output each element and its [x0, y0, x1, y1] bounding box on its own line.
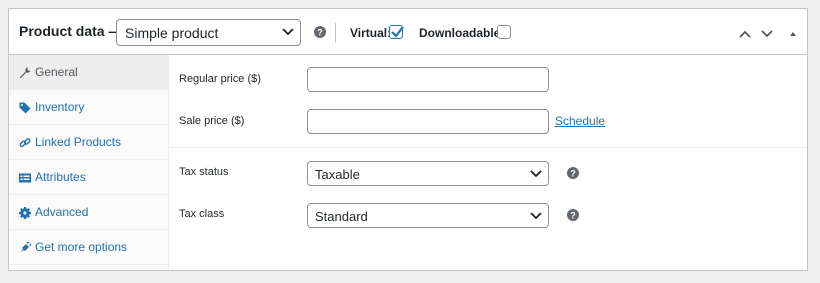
tab-label: Linked Products — [35, 135, 122, 149]
move-up-icon[interactable] — [738, 27, 752, 41]
tab-label: Attributes — [35, 170, 86, 184]
downloadable-label: Downloadable: — [419, 26, 505, 40]
tag-icon — [19, 101, 31, 114]
tax-class-select[interactable]: Standard — [307, 203, 549, 228]
product-data-tabs: General Inventory Linked Products Attrib… — [9, 55, 169, 270]
tax-class-value: Standard — [315, 209, 368, 224]
help-icon[interactable]: ? — [567, 167, 579, 179]
general-panel: Regular price ($) Sale price ($) Schedul… — [169, 55, 807, 270]
sale-price-input[interactable] — [307, 109, 549, 134]
help-icon[interactable]: ? — [567, 209, 579, 221]
chevron-down-icon — [530, 170, 542, 178]
tab-attributes[interactable]: Attributes — [9, 160, 168, 195]
tax-class-label: Tax class — [179, 208, 225, 220]
collapse-toggle-icon[interactable] — [786, 27, 800, 41]
move-down-icon[interactable] — [760, 27, 774, 41]
tab-label: Advanced — [35, 205, 89, 219]
tax-status-select[interactable]: Taxable — [307, 161, 549, 186]
product-type-select[interactable]: Simple product — [116, 19, 301, 46]
panel-title: Product data — — [19, 23, 123, 39]
product-data-panel: Product data — Simple product ? Virtual:… — [8, 8, 808, 271]
chevron-down-icon — [282, 28, 294, 36]
virtual-checkbox[interactable] — [389, 25, 404, 39]
link-icon — [19, 136, 31, 148]
list-icon — [19, 171, 31, 183]
plugin-icon — [19, 241, 32, 253]
svg-text:?: ? — [570, 169, 576, 179]
checkmark-icon — [391, 26, 404, 38]
regular-price-label: Regular price ($) — [179, 73, 261, 85]
tab-general[interactable]: General — [9, 55, 168, 90]
chevron-down-icon — [530, 212, 542, 220]
wrench-icon — [19, 66, 31, 79]
tab-get-more-options[interactable]: Get more options — [9, 230, 168, 265]
tab-linked-products[interactable]: Linked Products — [9, 125, 168, 160]
tab-inventory[interactable]: Inventory — [9, 90, 168, 125]
regular-price-input[interactable] — [307, 67, 549, 92]
product-type-value: Simple product — [125, 25, 219, 41]
tab-label: General — [35, 65, 78, 79]
sale-price-label: Sale price ($) — [179, 115, 245, 127]
tab-advanced[interactable]: Advanced — [9, 195, 168, 230]
tax-status-label: Tax status — [179, 166, 229, 178]
downloadable-checkbox[interactable] — [497, 25, 511, 39]
tab-label: Inventory — [35, 100, 85, 114]
virtual-label: Virtual: — [350, 26, 392, 40]
tab-label: Get more options — [35, 240, 128, 254]
help-icon[interactable]: ? — [314, 26, 326, 38]
panel-header: Product data — Simple product ? Virtual:… — [9, 9, 807, 55]
svg-text:?: ? — [317, 28, 323, 38]
tax-status-value: Taxable — [315, 167, 360, 182]
header-separator — [335, 23, 336, 43]
section-divider — [169, 147, 807, 148]
svg-text:?: ? — [570, 211, 576, 221]
gear-icon — [19, 206, 31, 219]
schedule-link[interactable]: Schedule — [555, 114, 605, 128]
